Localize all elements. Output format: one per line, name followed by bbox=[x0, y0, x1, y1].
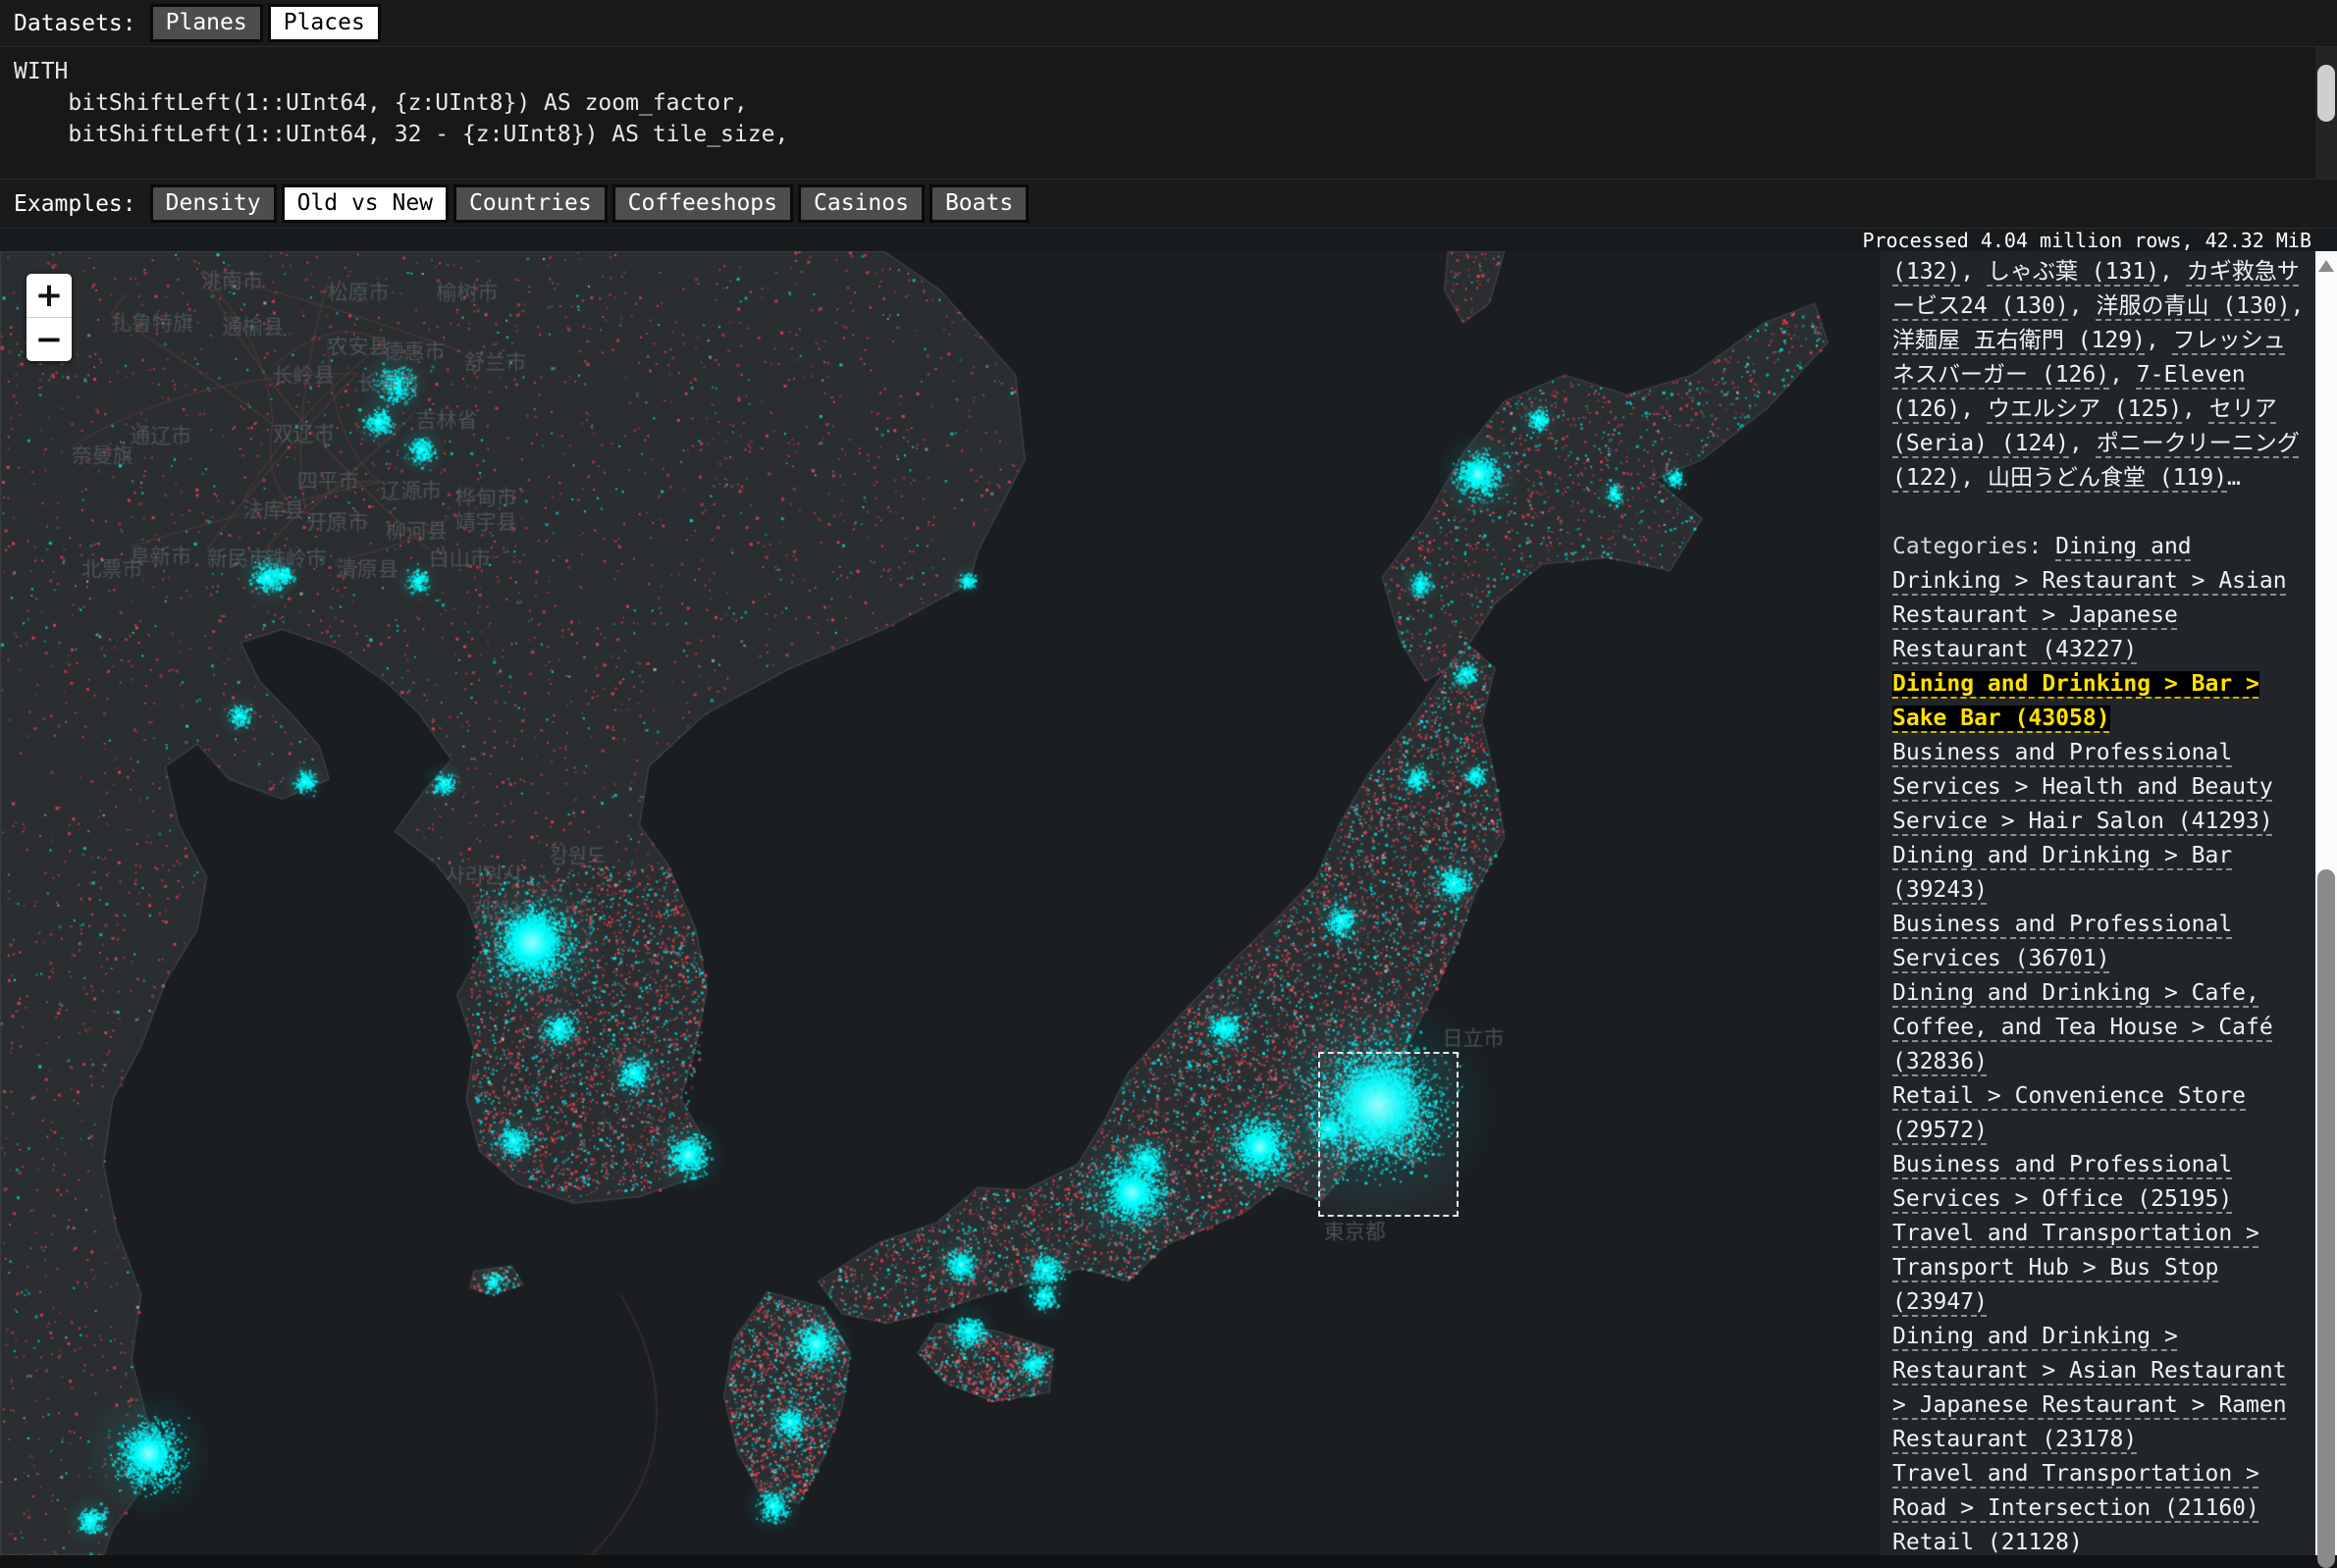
sql-scrollbar-thumb[interactable] bbox=[2317, 65, 2335, 122]
scroll-up-arrow-icon[interactable] bbox=[2318, 260, 2334, 272]
examples-bar: Examples: DensityOld vs NewCountriesCoff… bbox=[0, 180, 2337, 229]
categories-label: Categories: bbox=[1892, 534, 2055, 559]
map-selection-rectangle bbox=[1318, 1052, 1459, 1217]
datasets-label: Datasets: bbox=[14, 11, 136, 36]
category-link[interactable]: Travel and Transportation > Transport Hu… bbox=[1892, 1221, 2259, 1315]
brand-link[interactable]: 洋服の青山 (130) bbox=[2096, 293, 2290, 319]
category-link[interactable]: Business and Professional Services > Hea… bbox=[1892, 740, 2273, 834]
dataset-button-places[interactable]: Places bbox=[268, 4, 381, 43]
map[interactable]: + − bbox=[0, 251, 1881, 1555]
example-button-boats[interactable]: Boats bbox=[929, 184, 1029, 224]
page-scrollbar bbox=[2315, 251, 2337, 1555]
example-button-countries[interactable]: Countries bbox=[453, 184, 608, 224]
category-link[interactable]: Travel and Transportation > Road > Inter… bbox=[1892, 1461, 2259, 1521]
map-zoom-control: + − bbox=[27, 274, 72, 361]
examples-label: Examples: bbox=[14, 191, 136, 217]
category-link[interactable]: Retail (21128) bbox=[1892, 1530, 2083, 1555]
sql-scrollbar bbox=[2315, 47, 2337, 180]
datasets-button-group: PlanesPlaces bbox=[150, 4, 386, 43]
category-link-highlighted[interactable]: Dining and Drinking > Bar > Sake Bar (43… bbox=[1892, 671, 2259, 731]
examples-button-group: DensityOld vs NewCountriesCoffeeshopsCas… bbox=[150, 184, 1035, 224]
example-button-density[interactable]: Density bbox=[150, 184, 277, 224]
brand-link[interactable]: ウエルシア (125) bbox=[1988, 396, 2182, 422]
category-link[interactable]: Retail > Convenience Store (29572) bbox=[1892, 1083, 2246, 1143]
page-scrollbar-thumb[interactable] bbox=[2317, 869, 2335, 1568]
zoom-in-button[interactable]: + bbox=[27, 274, 72, 318]
status-bar: Processed 4.04 million rows, 42.32 MiB bbox=[0, 229, 2337, 251]
dataset-button-planes[interactable]: Planes bbox=[150, 4, 263, 43]
category-link[interactable]: Dining and Drinking > Cafe, Coffee, and … bbox=[1892, 980, 2273, 1074]
sql-query-text[interactable]: WITH bitShiftLeft(1::UInt64, {z:UInt8}) … bbox=[0, 47, 2337, 180]
example-button-coffeeshops[interactable]: Coffeeshops bbox=[612, 184, 793, 224]
category-link[interactable]: Dining and Drinking > Restaurant > Asian… bbox=[1892, 1324, 2287, 1452]
brand-link[interactable]: 山田うどん食堂 (119) bbox=[1988, 465, 2227, 491]
top-brands-list: (132), しゃぶ葉 (131), カギ救急サービス24 (130), 洋服の… bbox=[1892, 255, 2306, 496]
example-button-casinos[interactable]: Casinos bbox=[798, 184, 925, 224]
category-link[interactable]: Business and Professional Services (3670… bbox=[1892, 912, 2232, 971]
example-button-old-vs-new[interactable]: Old vs New bbox=[282, 184, 449, 224]
zoom-out-button[interactable]: − bbox=[27, 318, 72, 361]
category-link[interactable]: Dining and Drinking > Bar (39243) bbox=[1892, 843, 2232, 903]
top-categories-list: Categories: Dining and Drinking > Restau… bbox=[1892, 530, 2306, 1555]
sql-editor[interactable]: WITH bitShiftLeft(1::UInt64, {z:UInt8}) … bbox=[0, 47, 2337, 180]
results-sidebar: (132), しゃぶ葉 (131), カギ救急サービス24 (130), 洋服の… bbox=[1881, 251, 2315, 1555]
processed-rows-status: Processed 4.04 million rows, 42.32 MiB bbox=[1862, 229, 2311, 252]
brand-link[interactable]: 洋麺屋 五右衛門 (129) bbox=[1892, 328, 2146, 353]
brand-link[interactable]: (132) bbox=[1892, 259, 1960, 285]
map-canvas[interactable] bbox=[0, 251, 1881, 1555]
datasets-bar: Datasets: PlanesPlaces bbox=[0, 0, 2337, 47]
brand-link[interactable]: しゃぶ葉 (131) bbox=[1988, 259, 2159, 285]
category-link[interactable]: Business and Professional Services > Off… bbox=[1892, 1152, 2232, 1212]
